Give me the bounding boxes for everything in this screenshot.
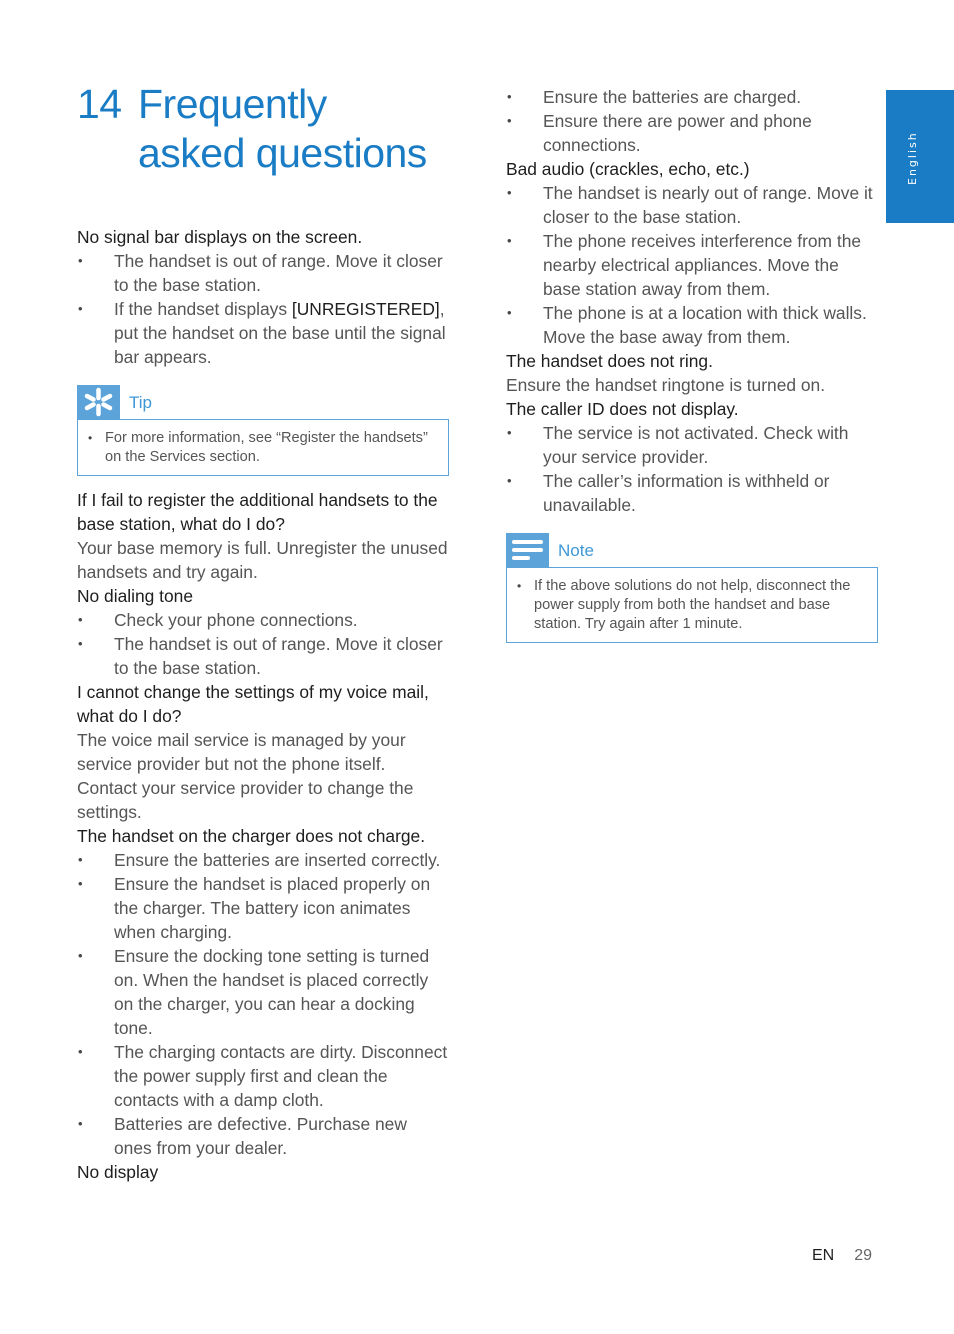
note-lines-icon (506, 533, 549, 567)
question: The handset does not ring. (506, 351, 713, 371)
question: I cannot change the settings of my voice… (77, 682, 429, 726)
right-column: Ensure the batteries are charged. Ensure… (506, 85, 878, 653)
tip-header: Tip (77, 385, 449, 419)
faq-register-fail: If I fail to register the additional han… (77, 488, 449, 584)
unregistered-label: [UNREGISTERED] (291, 299, 440, 319)
list-item: The handset is out of range. Move it clo… (77, 632, 449, 680)
list-item: Ensure the batteries are charged. (506, 85, 878, 109)
list-item: The handset is nearly out of range. Move… (506, 181, 878, 229)
faq-caller-id: The caller ID does not display. The serv… (506, 397, 878, 517)
list-item: The phone receives interference from the… (506, 229, 878, 301)
title-line-1: Frequently (138, 81, 327, 127)
list-item: The phone is at a location with thick wa… (506, 301, 878, 349)
faq-no-signal: No signal bar displays on the screen. Th… (77, 225, 449, 369)
faq-not-charging: The handset on the charger does not char… (77, 824, 449, 1160)
faq-voice-mail: I cannot change the settings of my voice… (77, 680, 449, 824)
note-body: If the above solutions do not help, disc… (506, 567, 878, 643)
page-footer: EN 29 (812, 1247, 872, 1265)
bullet-list: Ensure the batteries are inserted correc… (77, 848, 449, 1160)
question: The caller ID does not display. (506, 399, 739, 419)
list-item: Ensure there are power and phone connect… (506, 109, 878, 157)
list-item: The handset is out of range. Move it clo… (77, 249, 449, 297)
note-callout: Note If the above solutions do not help,… (506, 533, 878, 643)
question: The handset on the charger does not char… (77, 826, 426, 846)
list-item: Batteries are defective. Purchase new on… (77, 1112, 449, 1160)
faq-no-display: No display (77, 1160, 449, 1184)
faq-no-ring: The handset does not ring. Ensure the ha… (506, 349, 878, 397)
note-header: Note (506, 533, 878, 567)
answer: Your base memory is full. Unregister the… (77, 538, 448, 582)
bullet-list: The service is not activated. Check with… (506, 421, 878, 517)
footer-language: EN (812, 1247, 835, 1264)
tip-callout: Tip For more information, see “Register … (77, 385, 449, 476)
page-title: 14 Frequently asked questions (77, 80, 427, 178)
bullet-text: If the handset displays (114, 299, 292, 319)
language-tab: English (886, 90, 954, 223)
list-item: The caller’s information is withheld or … (506, 469, 878, 517)
answer: The voice mail service is managed by you… (77, 730, 414, 822)
question: No dialing tone (77, 586, 194, 606)
tip-item: For more information, see “Register the … (88, 429, 434, 467)
question: No display (77, 1162, 159, 1182)
list-item: Check your phone connections. (77, 608, 449, 632)
language-tab-label: English (906, 131, 919, 185)
note-label: Note (558, 541, 594, 560)
title-line-2: asked questions (138, 130, 427, 176)
tip-label: Tip (129, 393, 152, 412)
bullet-list: The handset is out of range. Move it clo… (77, 249, 449, 369)
left-column: No signal bar displays on the screen. Th… (77, 225, 449, 1184)
question: Bad audio (crackles, echo, etc.) (506, 159, 750, 179)
question: No signal bar displays on the screen. (77, 227, 363, 247)
page-number: 29 (854, 1247, 873, 1264)
list-item: The charging contacts are dirty. Disconn… (77, 1040, 449, 1112)
list-item: If the handset displays [UNREGISTERED], … (77, 297, 449, 369)
faq-bad-audio: Bad audio (crackles, echo, etc.) The han… (506, 157, 878, 349)
list-item: Ensure the docking tone setting is turne… (77, 944, 449, 1040)
bullet-list: Check your phone connections. The handse… (77, 608, 449, 680)
list-item: Ensure the handset is placed properly on… (77, 872, 449, 944)
note-item: If the above solutions do not help, disc… (517, 577, 863, 634)
faq-no-dial-tone: No dialing tone Check your phone connect… (77, 584, 449, 680)
question: If I fail to register the additional han… (77, 490, 438, 534)
chapter-number: 14 (77, 81, 122, 127)
answer: Ensure the handset ringtone is turned on… (506, 375, 826, 395)
bullet-list: Ensure the batteries are charged. Ensure… (506, 85, 878, 157)
asterisk-tip-icon (77, 385, 120, 419)
list-item: Ensure the batteries are inserted correc… (77, 848, 449, 872)
list-item: The service is not activated. Check with… (506, 421, 878, 469)
bullet-list: The handset is nearly out of range. Move… (506, 181, 878, 349)
tip-body: For more information, see “Register the … (77, 419, 449, 476)
